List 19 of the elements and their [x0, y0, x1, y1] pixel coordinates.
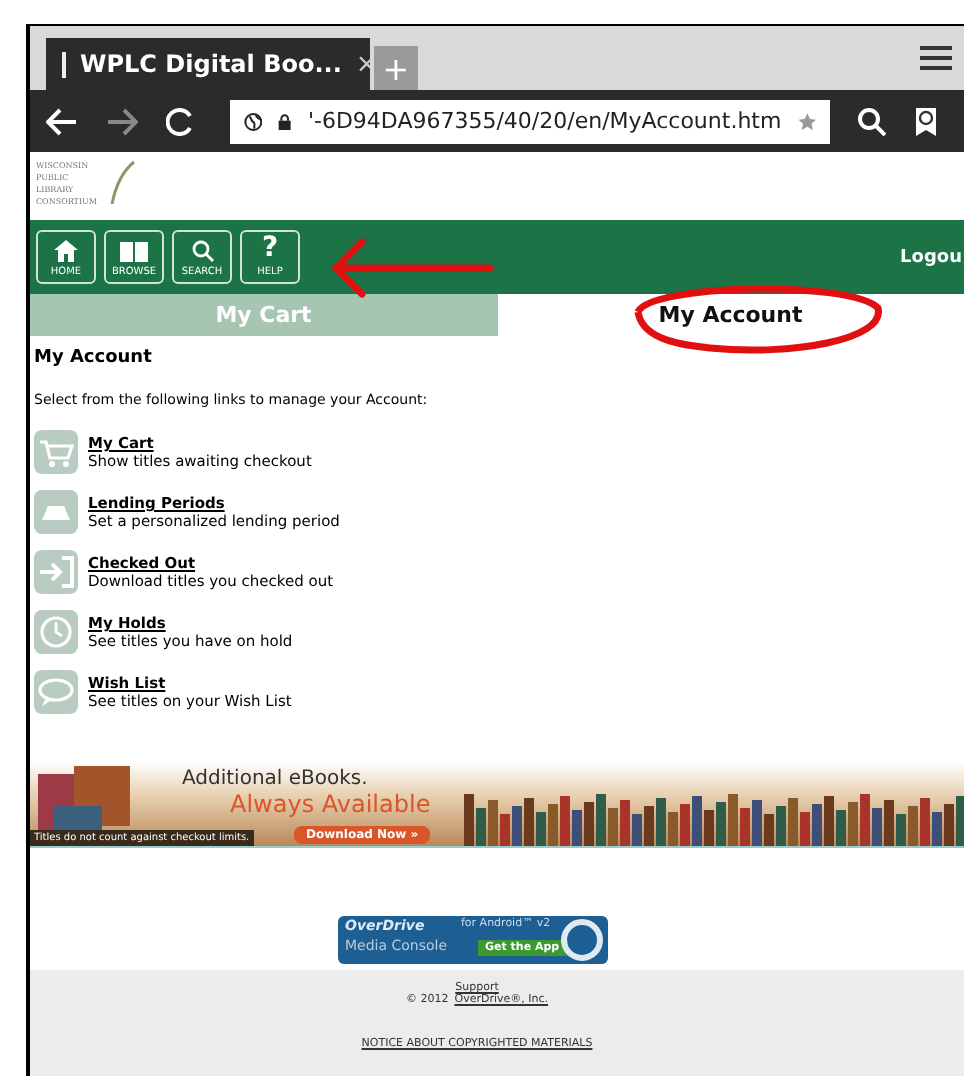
tab-title: WPLC Digital Boo...	[80, 50, 342, 78]
home-icon	[54, 240, 78, 262]
banner-slogan: Always Available	[230, 790, 431, 818]
ring-logo-icon	[559, 918, 603, 962]
bookmark-icon[interactable]	[914, 105, 938, 137]
menu-icon[interactable]	[920, 44, 952, 72]
lock-icon	[278, 109, 292, 133]
address-bar[interactable]: '-6D94DA967355/40/20/en/MyAccount.htm	[230, 99, 830, 143]
reload-icon[interactable]	[166, 107, 194, 135]
section-heading: My Account	[34, 348, 154, 368]
search-icon[interactable]	[858, 107, 886, 135]
back-icon[interactable]	[46, 107, 78, 135]
logout-link[interactable]: Logou	[900, 247, 962, 267]
checkout-icon[interactable]	[34, 550, 78, 594]
search-icon	[191, 240, 213, 262]
forward-icon[interactable]	[106, 107, 138, 135]
banner-title: Additional eBooks.	[182, 768, 368, 790]
book-icon	[120, 242, 148, 262]
globe-icon	[244, 107, 263, 135]
